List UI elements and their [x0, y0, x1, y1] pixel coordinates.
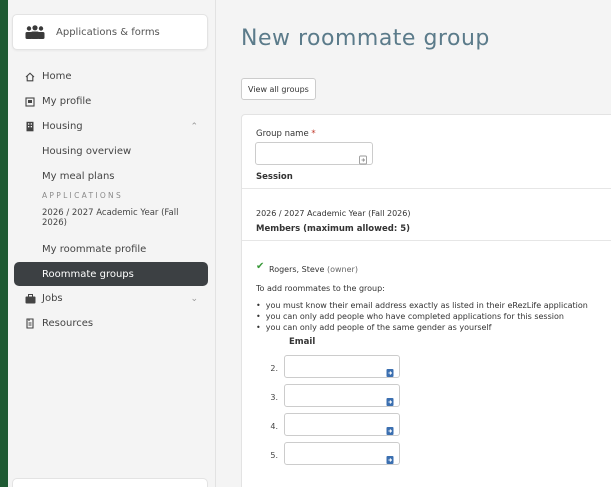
home-icon [24, 71, 36, 83]
add-instructions: To add roommates to the group: [256, 284, 385, 293]
email-row-number: 3. [270, 393, 278, 402]
sidebar-item-label: 2026 / 2027 Academic Year (Fall 2026) [42, 208, 179, 228]
sidebar-item-academic-year[interactable]: 2026 / 2027 Academic Year (Fall 2026) [8, 203, 216, 233]
app-frame: Applications & forms Home My profile Hou… [8, 0, 611, 487]
email-input-3[interactable] [284, 384, 400, 407]
email-row-number: 4. [270, 422, 278, 431]
owner-tag: (owner) [326, 265, 358, 274]
people-icon [25, 25, 45, 39]
list-item: you can only add people of the same gend… [256, 322, 588, 333]
sidebar-item-profile[interactable]: My profile [8, 89, 216, 114]
resources-icon [24, 318, 36, 330]
sidebar-item-meal-plans[interactable]: My meal plans [8, 164, 216, 189]
sidebar-item-roommate-groups[interactable]: Roommate groups [14, 262, 208, 286]
profile-card-icon [24, 96, 36, 108]
sidebar: Applications & forms Home My profile Hou… [8, 0, 216, 487]
page-title: New roommate group [241, 26, 490, 51]
app-switcher[interactable]: Applications & forms [12, 14, 208, 50]
sidebar-item-resources[interactable]: Resources [8, 311, 216, 336]
briefcase-icon [24, 293, 36, 305]
group-name-label-text: Group name [256, 129, 309, 139]
sidebar-item-jobs[interactable]: Jobs ⌄ [8, 286, 216, 311]
sidebar-item-label: Housing overview [42, 146, 132, 157]
divider [242, 240, 611, 241]
list-item: you can only add people who have complet… [256, 311, 588, 322]
autofill-key-icon[interactable] [386, 420, 394, 435]
autofill-key-icon[interactable] [386, 391, 394, 406]
chevron-down-icon[interactable]: ⌄ [190, 294, 198, 304]
sidebar-item-label: Home [42, 71, 72, 82]
sidebar-item-label: My meal plans [42, 171, 115, 182]
rules-list: you must know their email address exactl… [256, 300, 588, 333]
sidebar-item-home[interactable]: Home [8, 64, 216, 89]
autofill-key-icon[interactable] [386, 449, 394, 464]
sidebar-item-label: Resources [42, 318, 94, 329]
divider [242, 188, 611, 189]
members-label: Members (maximum allowed: 5) [256, 224, 411, 234]
sidebar-item-label: Jobs [42, 293, 63, 304]
roommate-group-form: Group name * Session 2026 / 2027 Academi… [241, 114, 611, 487]
email-row-number: 5. [270, 451, 278, 460]
group-name-label: Group name * [256, 129, 316, 139]
main-content: New roommate group View all groups Group… [224, 0, 611, 487]
email-column-header: Email [289, 337, 316, 347]
sidebar-item-housing-overview[interactable]: Housing overview [8, 139, 216, 164]
list-item: you must know their email address exactl… [256, 300, 588, 311]
sidebar-item-housing[interactable]: Housing ⌃ [8, 114, 216, 139]
applications-caption: APPLICATIONS [42, 191, 124, 200]
group-name-input[interactable] [255, 142, 373, 165]
building-icon [24, 121, 36, 133]
email-input-4[interactable] [284, 413, 400, 436]
session-label: Session [256, 172, 293, 182]
email-row-number: 2. [270, 364, 278, 373]
sidebar-item-label: Roommate groups [42, 268, 134, 280]
check-icon: ✔ [256, 261, 265, 272]
app-title: Applications & forms [56, 26, 160, 38]
autofill-key-icon[interactable] [386, 362, 394, 377]
sidebar-footer-card [12, 478, 208, 487]
view-all-groups-button[interactable]: View all groups [241, 78, 316, 100]
chevron-up-icon[interactable]: ⌃ [190, 122, 198, 132]
session-value: 2026 / 2027 Academic Year (Fall 2026) [256, 209, 411, 218]
email-input-2[interactable] [284, 355, 400, 378]
required-mark: * [311, 129, 316, 139]
email-input-5[interactable] [284, 442, 400, 465]
owner-entry: Rogers, Steve (owner) [269, 265, 358, 274]
sidebar-item-label: Housing [42, 121, 83, 132]
owner-name: Rogers, Steve [269, 265, 325, 274]
autofill-key-icon[interactable] [359, 149, 367, 164]
sidebar-item-label: My roommate profile [42, 244, 147, 255]
sidebar-item-roommate-profile[interactable]: My roommate profile [8, 237, 216, 262]
sidebar-nav: Home My profile Housing ⌃ Housing overvi… [8, 64, 216, 336]
sidebar-item-label: My profile [42, 96, 92, 107]
